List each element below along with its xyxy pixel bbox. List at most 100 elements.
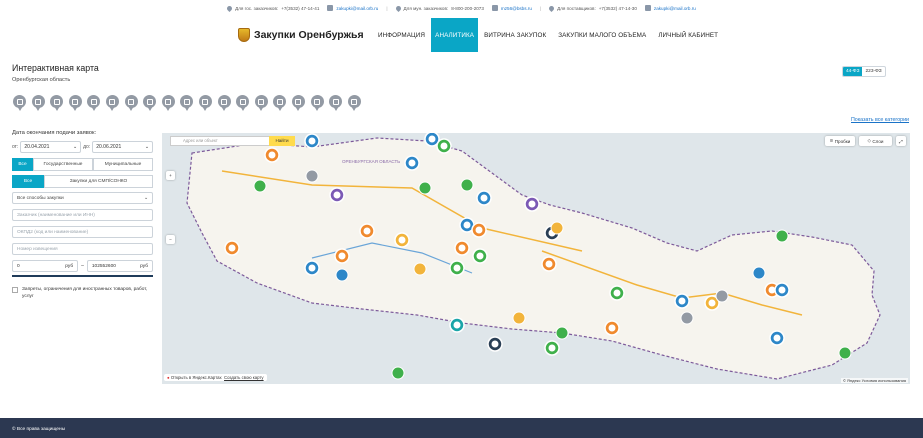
map-cluster-center — [458, 244, 466, 252]
map-cluster-center — [476, 252, 484, 260]
municipal-phone: 8-800-200-2073 — [451, 5, 484, 11]
map-cluster-center — [308, 264, 316, 272]
scope-all[interactable]: Все — [12, 158, 33, 171]
price-from-input[interactable]: 0 руб — [12, 260, 79, 272]
scope-state[interactable]: Государственные — [33, 158, 93, 171]
interactive-map[interactable]: ОРЕНБУРГСКАЯ ОБЛАСТЬ Адрес или объект На… — [162, 133, 910, 384]
date-to-value: 20.06.2021 — [96, 144, 122, 150]
chevron-down-icon: ⌄ — [143, 195, 148, 201]
fullscreen-button[interactable]: ⤢ — [896, 136, 906, 146]
restriction-label: Запреты, ограничения для иностранных тов… — [22, 287, 148, 299]
map-object-marker[interactable] — [418, 181, 432, 195]
zoom-out-button[interactable]: − — [166, 235, 175, 244]
customers-phone: +7(3532) 47-14-41 — [281, 5, 320, 11]
open-yandex-link[interactable]: ● Открыть в Яндекс.Картах Создать свою к… — [164, 374, 267, 381]
location-icon — [394, 4, 402, 12]
medkit-icon[interactable] — [49, 95, 64, 114]
date-to-input[interactable]: 20.06.2021 ⌄ — [92, 141, 154, 153]
tv-icon[interactable] — [254, 95, 269, 114]
location-icon — [548, 4, 556, 12]
doctor-icon[interactable] — [105, 95, 120, 114]
price-to-input[interactable]: 102552600 руб — [86, 260, 153, 272]
restriction-checkbox[interactable] — [12, 287, 18, 293]
map-find-button[interactable]: Найти — [269, 136, 295, 146]
map-cluster-center — [475, 226, 483, 234]
handshake-icon[interactable] — [328, 95, 343, 114]
customer-input[interactable]: Заказчик (наименование или ИНН) — [12, 209, 153, 221]
road-icon[interactable] — [161, 95, 176, 114]
house-icon[interactable] — [347, 95, 362, 114]
map-object-marker[interactable] — [715, 289, 729, 303]
show-all-categories-link[interactable]: Показать все категории — [851, 117, 909, 123]
scope-municipal[interactable]: Муниципальные — [93, 158, 153, 171]
bottle-icon[interactable] — [179, 95, 194, 114]
kind-all[interactable]: Все — [12, 175, 44, 188]
car-icon[interactable] — [68, 95, 83, 114]
layers-label: Слои — [872, 138, 884, 144]
traffic-button[interactable]: ≋ Пробки — [825, 136, 855, 146]
restriction-checkbox-row[interactable]: Запреты, ограничения для иностранных тов… — [12, 286, 153, 300]
map-object-marker[interactable] — [512, 311, 526, 325]
okpd-input[interactable]: ОКПД2 (код или наименование) — [12, 226, 153, 238]
map-object-marker[interactable] — [305, 169, 319, 183]
map-object-marker[interactable] — [752, 266, 766, 280]
brand-name: Закупки Оренбуржья — [254, 29, 364, 41]
create-map-link[interactable]: Создать свою карту — [224, 375, 264, 380]
nav-analytics[interactable]: АНАЛИТИКА — [431, 18, 479, 52]
map-object-marker[interactable] — [460, 178, 474, 192]
municipal-mail-link[interactable]: mz56@bsbs.ru — [501, 6, 532, 11]
method-select[interactable]: Все способы закупки ⌄ — [12, 192, 153, 204]
law-223-button[interactable]: 223-ФЗ — [862, 67, 884, 76]
nav-showcase[interactable]: ВИТРИНА ЗАКУПОК — [478, 18, 552, 52]
bus-icon[interactable] — [142, 95, 157, 114]
map-object-marker[interactable] — [253, 179, 267, 193]
chevron-down-icon: ⌄ — [144, 144, 150, 150]
heart-icon[interactable] — [310, 95, 325, 114]
deadline-label: Дата окончания подачи заявок: — [12, 130, 97, 136]
traffic-label: Пробки — [834, 138, 851, 144]
zoom-in-button[interactable]: + — [166, 171, 175, 180]
date-from-input[interactable]: 20.04.2021 ⌄ — [20, 141, 82, 153]
map-search-input[interactable]: Адрес или объект — [170, 136, 270, 146]
map-object-marker[interactable] — [550, 221, 564, 235]
user-icon[interactable] — [198, 95, 213, 114]
chevron-down-icon: ⌄ — [72, 144, 78, 150]
map-canvas[interactable]: ОРЕНБУРГСКАЯ ОБЛАСТЬ — [162, 133, 910, 384]
map-object-marker[interactable] — [775, 229, 789, 243]
map-cluster-center — [228, 244, 236, 252]
map-object-marker[interactable] — [391, 366, 405, 380]
bulb-icon[interactable] — [235, 95, 250, 114]
layers-button[interactable]: ◇ Слои — [859, 136, 892, 146]
nav-small-purchases[interactable]: ЗАКУПКИ МАЛОГО ОБЪЕМА — [552, 18, 652, 52]
nav-account[interactable]: ЛИЧНЫЙ КАБИНЕТ — [652, 18, 724, 52]
suppliers-mail-link[interactable]: zakupki@mail.orb.ru — [654, 6, 696, 11]
bank-icon[interactable] — [217, 95, 232, 114]
map-object-marker[interactable] — [838, 346, 852, 360]
pin-icon: ● — [167, 375, 170, 380]
customers-mail-link[interactable]: zakupki@mail.orb.ru — [336, 6, 378, 11]
truck-icon[interactable] — [31, 95, 46, 114]
municipal-label: Для мун. заказчиков: — [403, 5, 449, 11]
notice-number-input[interactable]: Номер извещения — [12, 243, 153, 255]
contact-bar: Для гос. заказчиков: +7(3532) 47-14-41 za… — [0, 0, 923, 16]
building-icon[interactable] — [291, 95, 306, 114]
crest-icon — [238, 28, 250, 42]
pencil-icon[interactable] — [12, 95, 27, 114]
separator: | — [539, 5, 542, 11]
map-object-marker[interactable] — [555, 326, 569, 340]
law-44-button[interactable]: 44-ФЗ — [843, 67, 863, 76]
map-object-marker[interactable] — [680, 311, 694, 325]
kind-smp[interactable]: Закупки для СМП/СОНКО — [44, 175, 153, 188]
map-cluster-center — [363, 227, 371, 235]
nav-information[interactable]: ИНФОРМАЦИЯ — [372, 18, 431, 52]
phone-icon[interactable] — [124, 95, 139, 114]
map-object-marker[interactable] — [335, 268, 349, 282]
brand-logo[interactable]: Закупки Оренбуржья — [238, 28, 364, 42]
suppliers-label: Для поставщиков: — [557, 5, 596, 11]
date-from-value: 20.04.2021 — [24, 144, 50, 150]
wrench-icon[interactable] — [272, 95, 287, 114]
price-slider[interactable] — [12, 274, 153, 278]
map-object-marker[interactable] — [413, 262, 427, 276]
people-icon[interactable] — [86, 95, 101, 114]
kind-switch: Все Закупки для СМП/СОНКО — [12, 175, 153, 188]
